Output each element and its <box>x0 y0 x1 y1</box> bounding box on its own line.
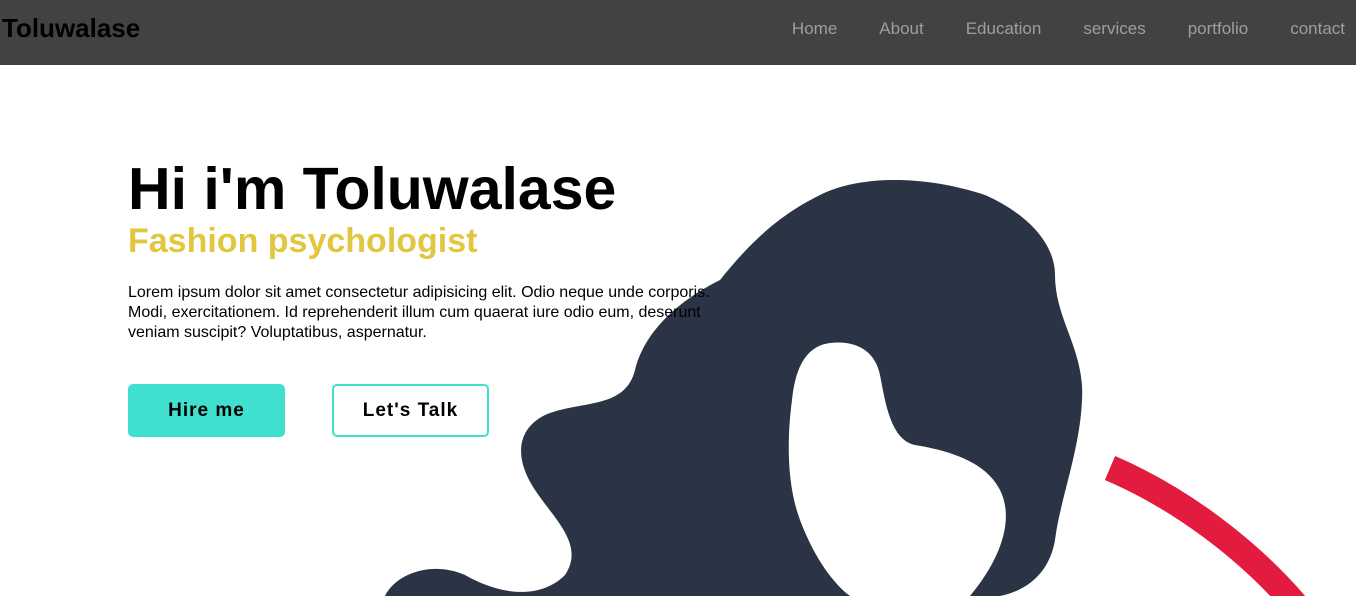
hero-title: Hi i'm Toluwalase <box>128 156 617 222</box>
hero-description: Lorem ipsum dolor sit amet consectetur a… <box>128 284 710 341</box>
brand-logo[interactable]: Toluwalase <box>2 14 140 42</box>
nav-links: Home About Education services portfolio … <box>792 19 1345 39</box>
red-arc-shape <box>1104 456 1306 596</box>
nav-link-about[interactable]: About <box>879 19 923 39</box>
nav-link-contact[interactable]: contact <box>1290 19 1345 39</box>
navbar: Toluwalase Home About Education services… <box>0 0 1356 65</box>
nav-link-education[interactable]: Education <box>966 19 1042 39</box>
hero-heading-group: Hi i'm Toluwalase Fashion psychologist <box>128 158 748 260</box>
lets-talk-button[interactable]: Let's Talk <box>332 384 489 437</box>
hire-me-button[interactable]: Hire me <box>128 384 285 437</box>
hero-subtitle: Fashion psychologist <box>128 222 478 260</box>
nav-link-portfolio[interactable]: portfolio <box>1188 19 1248 39</box>
nav-link-home[interactable]: Home <box>792 19 837 39</box>
nav-link-services[interactable]: services <box>1083 19 1145 39</box>
